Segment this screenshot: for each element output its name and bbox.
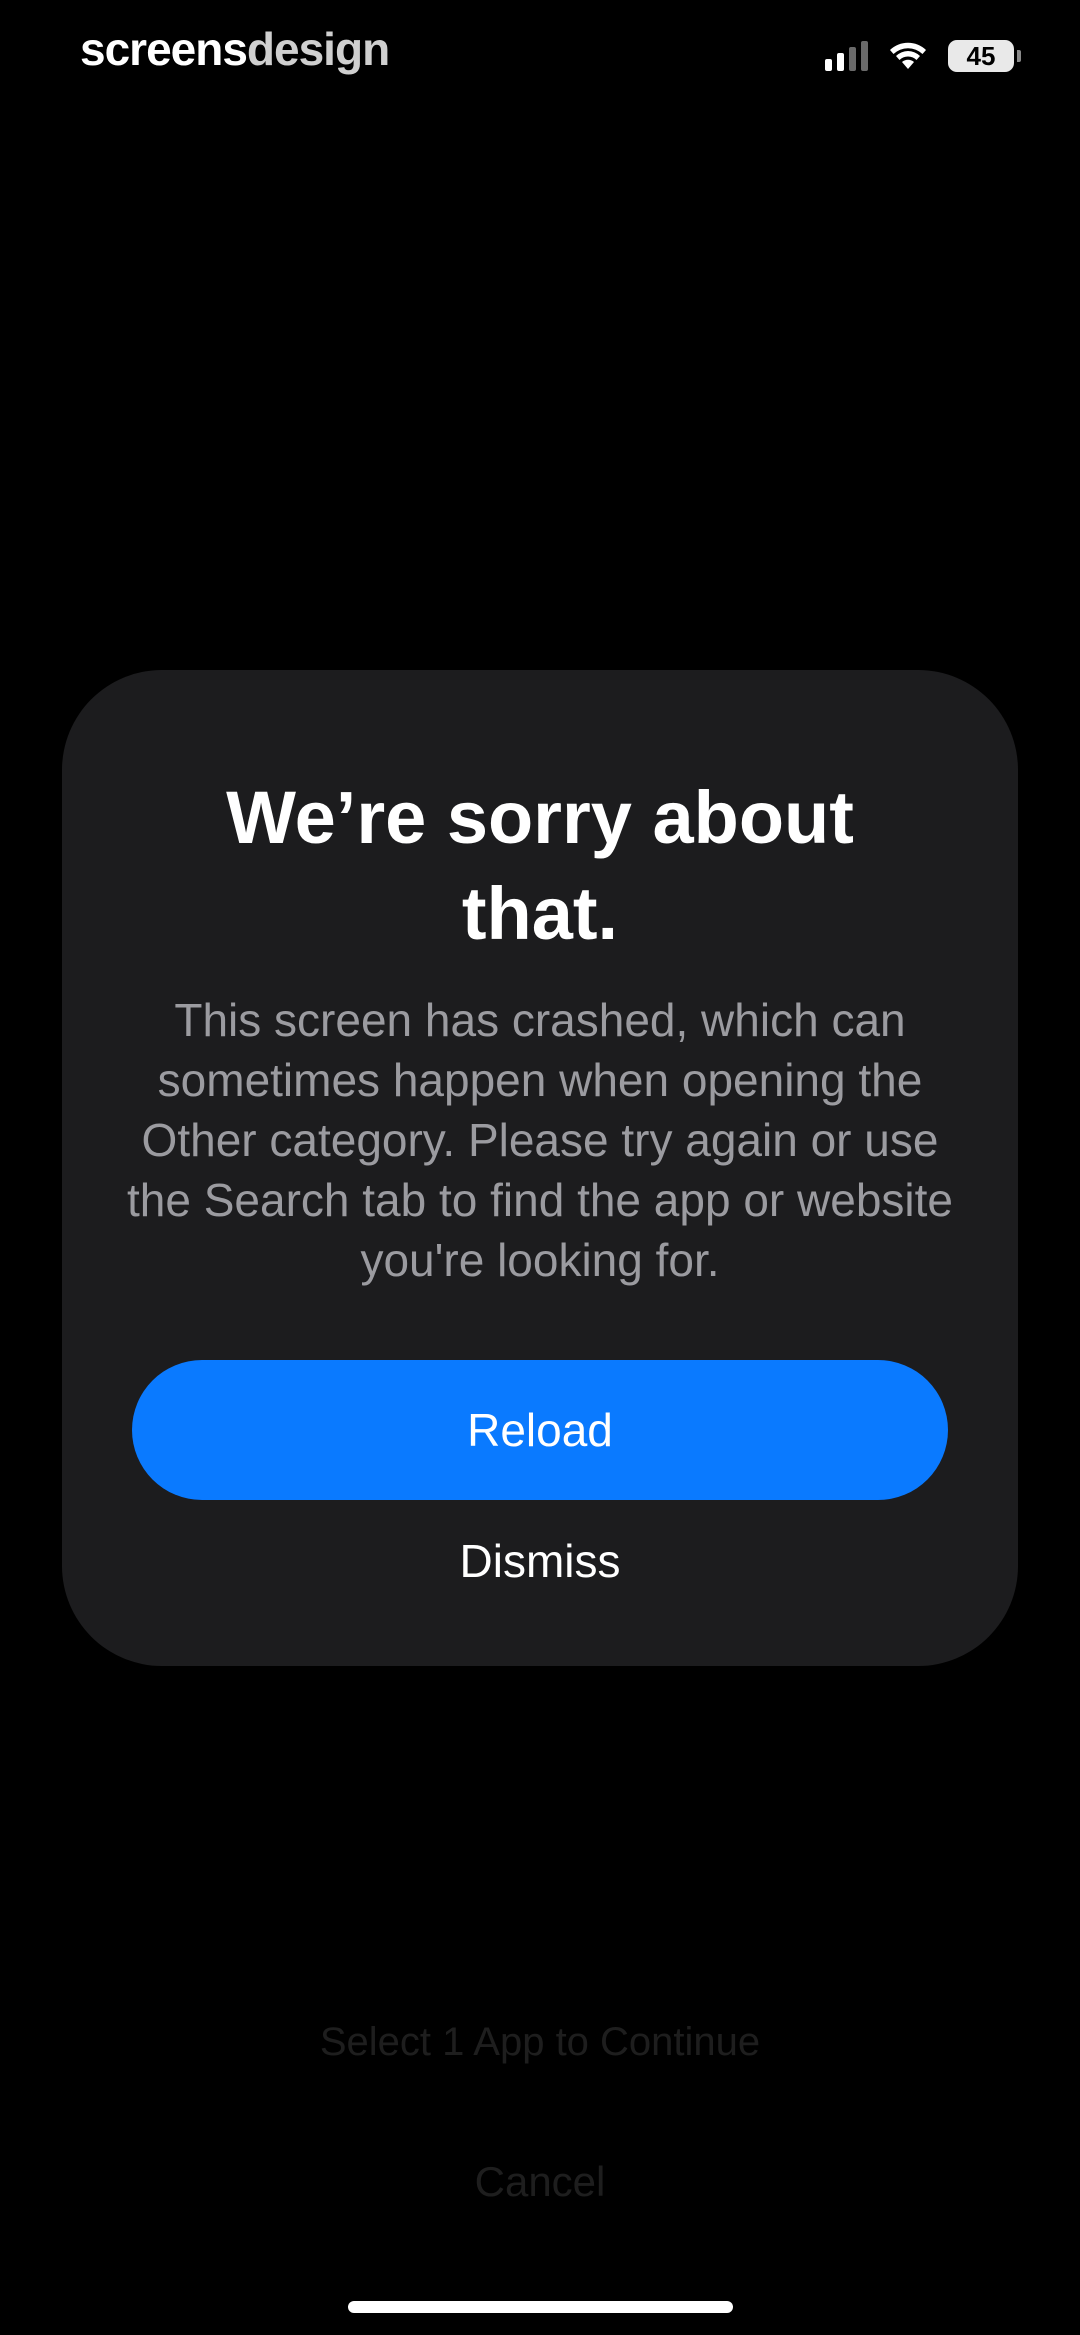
brand-logo-bold: screens bbox=[80, 23, 248, 75]
dialog-title: We’re sorry about that. bbox=[226, 776, 854, 955]
battery-icon: 45 bbox=[948, 40, 1021, 72]
crash-dialog: We’re sorry about that. This screen has … bbox=[62, 670, 1018, 1666]
wifi-icon bbox=[890, 42, 926, 69]
brand-logo-light: design bbox=[246, 23, 390, 75]
cancel-button: Cancel bbox=[474, 2158, 606, 2205]
select-app-button: Select 1 App to Continue bbox=[319, 2020, 761, 2064]
signal-icon bbox=[825, 41, 868, 71]
screen: screensdesign 45 Select 1 App to Continu… bbox=[0, 0, 1080, 2335]
home-indicator[interactable] bbox=[348, 2301, 733, 2313]
battery-level: 45 bbox=[966, 40, 996, 71]
dismiss-button[interactable]: Dismiss bbox=[132, 1516, 948, 1606]
reload-button[interactable]: Reload bbox=[132, 1360, 948, 1500]
brand-logo: screensdesign bbox=[80, 22, 390, 76]
dialog-message: This screen has crashed, which can somet… bbox=[127, 994, 953, 1286]
status-icons: 45 bbox=[825, 40, 1021, 72]
